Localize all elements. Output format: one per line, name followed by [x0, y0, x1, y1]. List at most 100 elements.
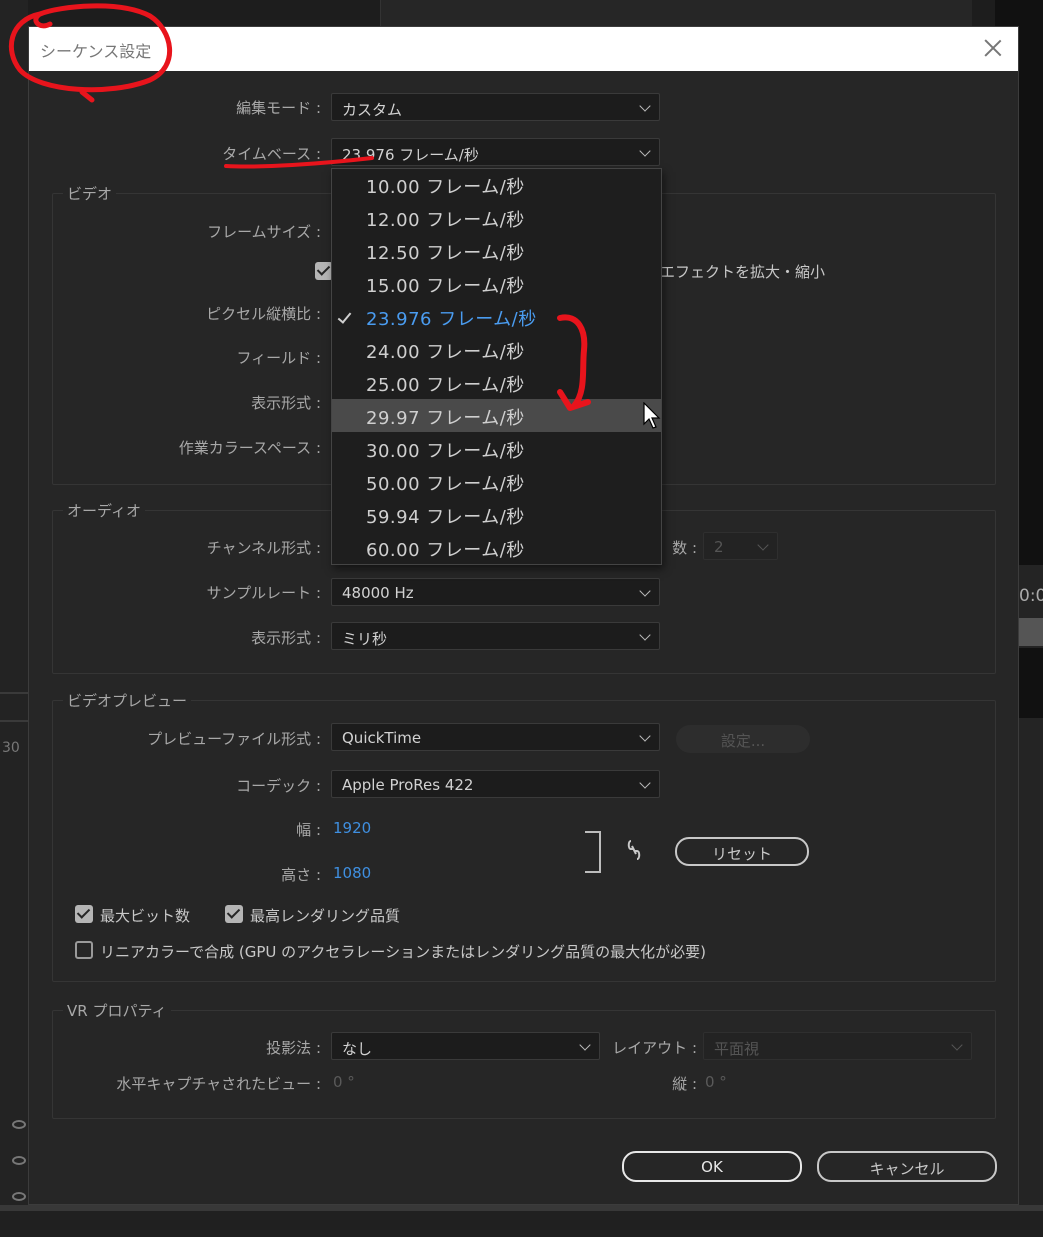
vertical-value: 0 ° — [705, 1073, 727, 1091]
eye-icon[interactable] — [12, 1192, 26, 1201]
preview-format-label: プレビューファイル形式 — [147, 728, 321, 749]
width-value[interactable]: 1920 — [333, 819, 371, 837]
video-preview-group-title: ビデオプレビュー — [63, 690, 192, 711]
chevron-down-icon — [639, 100, 651, 112]
channel-count-value: 2 — [714, 538, 724, 556]
max-bit-depth-checkbox[interactable] — [75, 905, 93, 923]
audio-group-title: オーディオ — [63, 500, 145, 521]
timebase-option[interactable]: 25.00 フレーム/秒 — [332, 366, 661, 399]
background-block — [1019, 618, 1043, 646]
video-group-title: ビデオ — [63, 183, 117, 204]
timebase-option[interactable]: 60.00 フレーム/秒 — [332, 531, 661, 564]
background-block — [1019, 0, 1043, 565]
timebase-option-label: 10.00 フレーム/秒 — [366, 177, 525, 198]
vr-group-title: VR プロパティ — [63, 1000, 171, 1021]
close-icon[interactable] — [982, 37, 1004, 59]
projection-select[interactable]: なし — [331, 1032, 600, 1060]
timebase-option-label: 24.00 フレーム/秒 — [366, 342, 525, 363]
timebase-option[interactable]: 23.976 フレーム/秒 — [332, 300, 661, 333]
timebase-option[interactable]: 12.00 フレーム/秒 — [332, 201, 661, 234]
frame-size-label: フレームサイズ — [207, 221, 321, 242]
ok-button[interactable]: OK — [622, 1151, 802, 1182]
vr-group: VR プロパティ — [52, 1000, 996, 1119]
width-label: 幅 — [296, 819, 321, 840]
linear-color-label: リニアカラーで合成 (GPU のアクセラレーションまたはレンダリング品質の最大化… — [100, 943, 706, 961]
audio-display-format-label: 表示形式 — [251, 627, 321, 648]
video-display-format-label: 表示形式 — [251, 392, 321, 413]
audio-display-format-value: ミリ秒 — [342, 630, 388, 648]
channel-count-select[interactable]: 2 — [703, 532, 778, 560]
timecode: 0:0 — [1019, 586, 1043, 606]
timebase-option-label: 29.97 フレーム/秒 — [366, 408, 525, 429]
editing-mode-select[interactable]: カスタム — [331, 93, 660, 121]
mouse-cursor-icon — [643, 402, 661, 429]
height-label: 高さ — [281, 864, 321, 885]
timebase-option[interactable]: 15.00 フレーム/秒 — [332, 267, 661, 300]
channel-format-label: チャンネル形式 — [207, 537, 321, 558]
timebase-option[interactable]: 29.97 フレーム/秒 — [332, 399, 661, 432]
eye-icon[interactable] — [12, 1156, 26, 1165]
audio-display-format-select[interactable]: ミリ秒 — [331, 622, 660, 650]
chevron-down-icon — [579, 1039, 591, 1051]
timebase-option-label: 50.00 フレーム/秒 — [366, 474, 525, 495]
timebase-option-label: 15.00 フレーム/秒 — [366, 276, 525, 297]
timebase-option-label: 23.976 フレーム/秒 — [366, 309, 537, 330]
cancel-button[interactable]: キャンセル — [817, 1151, 997, 1182]
timebase-option-label: 25.00 フレーム/秒 — [366, 375, 525, 396]
timebase-option-label: 60.00 フレーム/秒 — [366, 540, 525, 561]
reset-button[interactable]: リセット — [675, 837, 809, 866]
timebase-option[interactable]: 24.00 フレーム/秒 — [332, 333, 661, 366]
eye-icon[interactable] — [12, 1120, 26, 1129]
max-render-quality-label: 最高レンダリング品質 — [250, 907, 401, 925]
ruler-number: 30 — [2, 740, 20, 756]
dialog-title: シーケンス設定 — [40, 42, 152, 61]
timebase-option-label: 59.94 フレーム/秒 — [366, 507, 525, 528]
preview-format-select[interactable]: QuickTime — [331, 723, 660, 751]
codec-select[interactable]: Apple ProRes 422 — [331, 770, 660, 798]
timebase-option[interactable]: 12.50 フレーム/秒 — [332, 234, 661, 267]
chevron-down-icon — [639, 629, 651, 641]
timebase-option[interactable]: 50.00 フレーム/秒 — [332, 465, 661, 498]
background-panel-right: 0:0 — [1019, 0, 1043, 1237]
sample-rate-select[interactable]: 48000 Hz — [331, 578, 660, 606]
projection-value: なし — [342, 1040, 373, 1058]
divider — [0, 692, 28, 694]
codec-value: Apple ProRes 422 — [342, 776, 474, 794]
sample-rate-label: サンプルレート — [207, 582, 321, 603]
chevron-down-icon — [639, 585, 651, 597]
max-bit-depth-label: 最大ビット数 — [100, 907, 191, 925]
background-timeline-left: 30 — [0, 0, 28, 1237]
link-icon[interactable] — [626, 838, 642, 862]
sample-rate-value: 48000 Hz — [342, 584, 414, 602]
scale-effects-label: エフェクトを拡大・縮小 — [660, 263, 826, 281]
editing-mode-value: カスタム — [342, 101, 403, 119]
timebase-value: 23.976 フレーム/秒 — [342, 146, 479, 164]
layout-value: 平面視 — [714, 1040, 760, 1058]
chevron-down-icon — [757, 539, 769, 551]
max-render-quality-checkbox[interactable] — [225, 905, 243, 923]
chevron-down-icon — [639, 777, 651, 789]
chevron-down-icon — [951, 1039, 963, 1051]
timebase-option[interactable]: 10.00 フレーム/秒 — [332, 168, 661, 201]
layout-label: レイアウト — [612, 1037, 697, 1058]
background-panel-bottom — [0, 1205, 1043, 1237]
linear-color-checkbox[interactable] — [75, 941, 93, 959]
horizontal-view-label: 水平キャプチャされたビュー — [116, 1073, 321, 1094]
background-panel-top — [380, 0, 972, 26]
layout-select[interactable]: 平面視 — [703, 1032, 972, 1060]
timebase-option[interactable]: 59.94 フレーム/秒 — [332, 498, 661, 531]
divider — [0, 720, 28, 722]
fields-label: フィールド — [236, 347, 321, 368]
timebase-select[interactable]: 23.976 フレーム/秒 — [331, 138, 660, 166]
codec-label: コーデック — [236, 775, 321, 796]
chevron-down-icon — [639, 730, 651, 742]
pixel-aspect-label: ピクセル縦横比 — [206, 303, 321, 324]
checkmark-icon — [337, 309, 352, 324]
timebase-option-label: 12.50 フレーム/秒 — [366, 243, 525, 264]
projection-label: 投影法 — [266, 1037, 321, 1058]
settings-button[interactable]: 設定... — [676, 725, 810, 753]
timebase-option-label: 30.00 フレーム/秒 — [366, 441, 525, 462]
timebase-option[interactable]: 30.00 フレーム/秒 — [332, 432, 661, 465]
vertical-label: 縦 — [672, 1073, 697, 1094]
height-value[interactable]: 1080 — [333, 864, 371, 882]
